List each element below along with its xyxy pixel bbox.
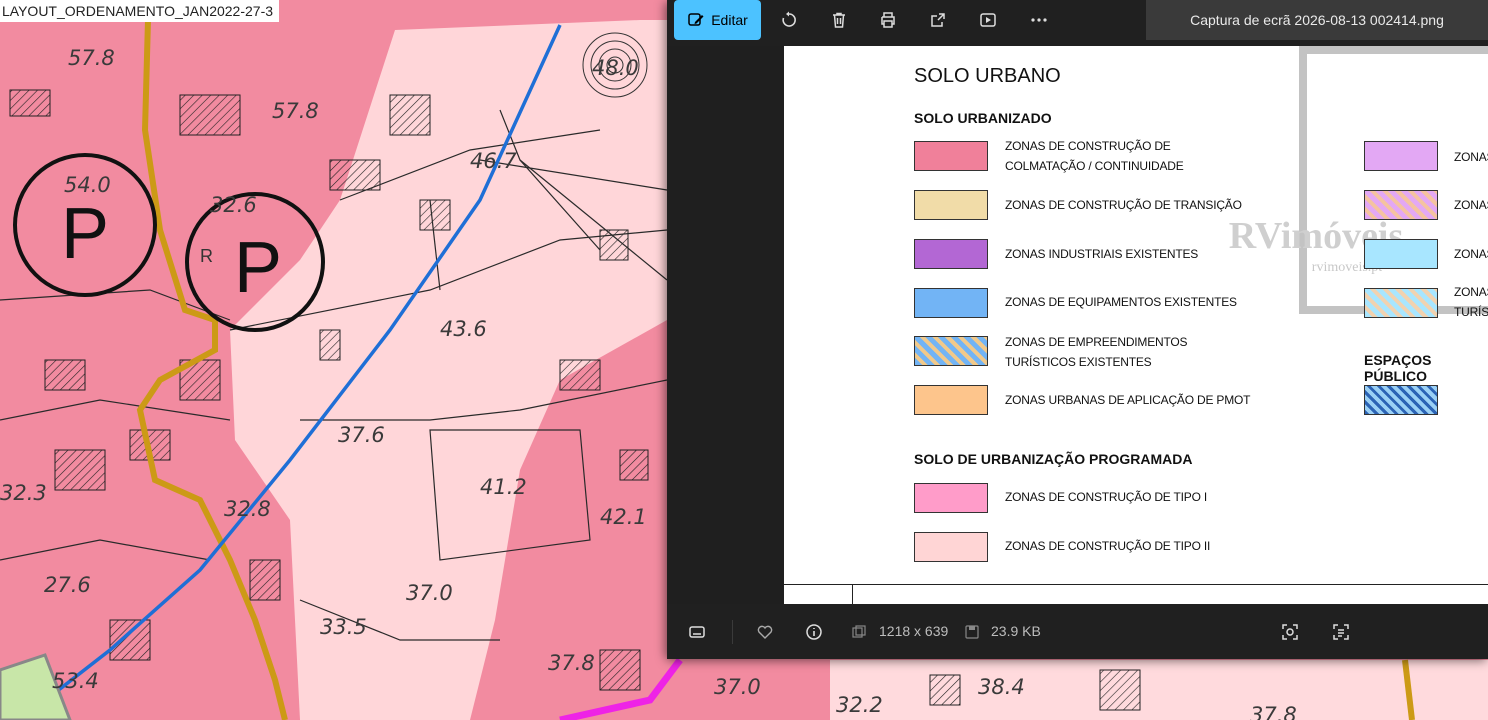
filmstrip-icon bbox=[689, 626, 705, 638]
legend-label: ZONAS INDUSTRIAIS EXISTENTES bbox=[1005, 247, 1199, 261]
elevation-label: 37.8 bbox=[548, 651, 595, 675]
elevation-label: 32.2 bbox=[836, 693, 883, 717]
visual-search-button[interactable] bbox=[1276, 618, 1304, 646]
text-extract-icon bbox=[1333, 624, 1349, 640]
legend-swatch bbox=[914, 385, 988, 415]
legend-label: ZONAS DE CONSTRUÇÃO DE TIPO II bbox=[1005, 539, 1211, 553]
legend-section-title: SOLO DE URBANIZAÇÃO PROGRAMADA bbox=[914, 451, 1193, 467]
svg-text:P: P bbox=[61, 194, 109, 274]
elevation-label: 53.4 bbox=[52, 669, 99, 693]
dimensions-icon bbox=[852, 625, 866, 638]
more-button[interactable] bbox=[1023, 6, 1055, 34]
slideshow-button[interactable] bbox=[972, 6, 1004, 34]
legend-label: ZONAS DE EQUIPAMENTOS EXISTENTES bbox=[1005, 295, 1237, 309]
rotate-button[interactable] bbox=[773, 6, 805, 34]
legend-label: ZONAS DE CONSTRUÇÃO DE TIPO I bbox=[1005, 490, 1208, 504]
legend-section-title: SOLO URBANIZADO bbox=[914, 110, 1052, 126]
viewer-bottom-bar: 1218 x 639 23.9 KB bbox=[667, 604, 1488, 659]
legend-swatch bbox=[1364, 385, 1438, 415]
legend-swatch bbox=[914, 483, 988, 513]
edit-button-label: Editar bbox=[711, 12, 748, 28]
elevation-label: 32.6 bbox=[210, 193, 257, 217]
legend-label: ZONAS DE EMPREENDIMENTOS TURÍSTICOS EXIST… bbox=[1005, 335, 1188, 369]
elevation-label: 48.0 bbox=[592, 56, 639, 80]
elevation-label: 46.7 bbox=[470, 149, 517, 173]
image-dimensions: 1218 x 639 bbox=[879, 623, 949, 639]
info-icon bbox=[806, 624, 822, 640]
elevation-label: 43.6 bbox=[440, 317, 487, 341]
delete-icon bbox=[833, 12, 845, 28]
legend-label: ZONAS bbox=[1454, 198, 1488, 212]
elevation-label: 37.0 bbox=[406, 581, 453, 605]
elevation-label: 32.8 bbox=[224, 497, 271, 521]
legend-swatch bbox=[1364, 141, 1438, 171]
favorite-icon bbox=[757, 625, 773, 639]
legend-swatch bbox=[914, 336, 988, 366]
document-window-title: LAYOUT_ORDENAMENTO_JAN2022-27-3 bbox=[0, 0, 280, 22]
favorite-button[interactable] bbox=[751, 618, 779, 646]
filmstrip-button[interactable] bbox=[683, 618, 711, 646]
info-button[interactable] bbox=[800, 618, 828, 646]
file-size: 23.9 KB bbox=[991, 623, 1041, 639]
elevation-label: 32.3 bbox=[0, 481, 47, 505]
share-icon bbox=[931, 13, 945, 27]
elevation-label: 37.0 bbox=[714, 675, 761, 699]
elevation-label: 33.5 bbox=[320, 615, 367, 639]
legend-swatch bbox=[1364, 190, 1438, 220]
photo-viewer-window: Editar Captura de ecrã 2026-08-13 002414… bbox=[667, 0, 1488, 659]
edit-button[interactable]: Editar bbox=[674, 0, 761, 40]
legend-label: ZONASTURÍS bbox=[1454, 285, 1488, 319]
legend-swatch bbox=[1364, 239, 1438, 269]
displayed-image: RVimóveis rvimoveis.pt SOLO URBANO SOLO … bbox=[784, 46, 1488, 604]
file-title: Captura de ecrã 2026-08-13 002414.png bbox=[1146, 0, 1488, 40]
legend-swatch bbox=[914, 532, 988, 562]
elevation-label: 57.8 bbox=[272, 99, 319, 123]
legend-label: ZONAS DE CONSTRUÇÃO DE TRANSIÇÃO bbox=[1005, 198, 1242, 212]
elevation-label: 42.1 bbox=[600, 505, 647, 529]
legend-label: ZONAS bbox=[1454, 150, 1488, 164]
legend-label: ZONAS bbox=[1454, 247, 1488, 261]
elevation-label: 57.8 bbox=[68, 46, 115, 70]
share-button[interactable] bbox=[922, 6, 954, 34]
legend-swatch bbox=[914, 190, 988, 220]
r-label: R bbox=[200, 246, 213, 266]
elevation-label: 54.0 bbox=[64, 173, 111, 197]
legend-swatch bbox=[914, 239, 988, 269]
text-extract-button[interactable] bbox=[1327, 618, 1355, 646]
legend-main-title: SOLO URBANO bbox=[914, 65, 1061, 87]
elevation-label: 38.4 bbox=[978, 675, 1025, 699]
elevation-label: 37.6 bbox=[338, 423, 385, 447]
more-icon bbox=[1031, 18, 1047, 22]
legend-swatch bbox=[914, 288, 988, 318]
print-button[interactable] bbox=[872, 6, 904, 34]
edit-icon bbox=[688, 13, 704, 26]
elevation-label: 37.8 bbox=[1250, 703, 1297, 720]
legend-section-title: ESPAÇOS PÚBLICO bbox=[1364, 352, 1432, 384]
size-icon bbox=[965, 625, 979, 639]
slideshow-icon bbox=[980, 13, 996, 27]
legend-swatch bbox=[1364, 288, 1438, 318]
viewer-toolbar: Editar Captura de ecrã 2026-08-13 002414… bbox=[667, 0, 1488, 46]
delete-button[interactable] bbox=[823, 6, 855, 34]
legend-label: ZONAS DE CONSTRUÇÃO DE COLMATAÇÃO / CONTI… bbox=[1005, 139, 1184, 173]
elevation-label: 41.2 bbox=[480, 475, 527, 499]
legend-swatch bbox=[914, 141, 988, 171]
svg-text:P: P bbox=[234, 228, 282, 308]
elevation-label: 27.6 bbox=[44, 573, 91, 597]
print-icon bbox=[881, 12, 895, 28]
rotate-icon bbox=[782, 11, 796, 27]
visual-search-icon bbox=[1282, 624, 1298, 640]
legend-label: ZONAS URBANAS DE APLICAÇÃO DE PMOT bbox=[1005, 393, 1251, 407]
